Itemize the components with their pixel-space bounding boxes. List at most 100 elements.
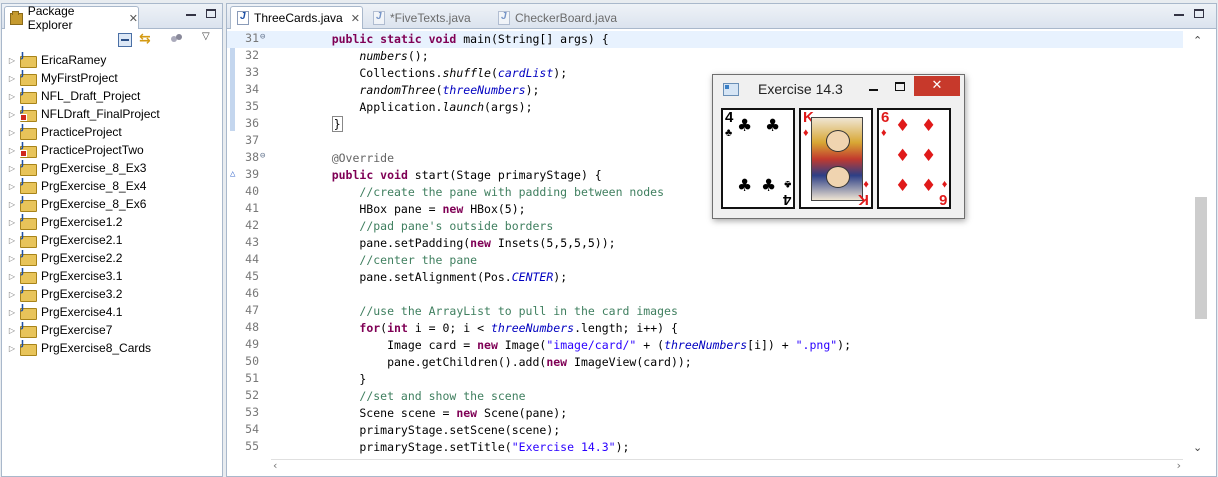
vertical-scroll-thumb[interactable] xyxy=(1195,197,1207,319)
card-suit: ♣ xyxy=(725,127,733,139)
code-line[interactable]: 35 Application.launch(args); xyxy=(227,99,1183,116)
tree-item-project[interactable]: ▷ MyFirstProject xyxy=(6,69,222,87)
line-number: 51 xyxy=(245,371,259,385)
line-number: 34 xyxy=(245,82,259,96)
tree-item-project[interactable]: ▷ NFLDraft_FinalProject xyxy=(6,105,222,123)
code-line[interactable]: △ 39 public void start(Stage primaryStage… xyxy=(227,167,1183,184)
java-project-folder-icon xyxy=(20,303,37,320)
code-line[interactable]: 43 pane.setPadding(new Insets(5,5,5,5)); xyxy=(227,235,1183,252)
fold-toggle-icon[interactable]: ⊖ xyxy=(260,151,265,161)
vertical-scrollbar[interactable]: ⌃ ⌄ xyxy=(1184,31,1216,458)
code-line[interactable]: 36 } xyxy=(227,116,1183,133)
java-file-icon xyxy=(373,10,385,25)
code-line[interactable]: 49 Image card = new Image("image/card/" … xyxy=(227,337,1183,354)
tab-threecards[interactable]: ThreeCards.java ✕ xyxy=(230,6,363,29)
tree-item-project[interactable]: ▷ PrgExercise2.1 xyxy=(6,231,222,249)
tree-item-project[interactable]: ▷ PrgExercise_8_Ex4 xyxy=(6,177,222,195)
code-line[interactable]: 37 xyxy=(227,133,1183,150)
expand-arrow-icon[interactable]: ▷ xyxy=(6,254,18,263)
expand-arrow-icon[interactable]: ▷ xyxy=(6,290,18,299)
maximize-view-icon[interactable] xyxy=(206,9,216,18)
tree-item-project[interactable]: ▷ PrgExercise3.2 xyxy=(6,285,222,303)
tree-item-project[interactable]: ▷ PracticeProjectTwo xyxy=(6,141,222,159)
minimize-window-icon[interactable] xyxy=(869,89,878,91)
tree-item-project[interactable]: ▷ EricaRamey xyxy=(6,51,222,69)
fold-toggle-icon[interactable]: ⊖ xyxy=(260,32,265,42)
tab-fivetexts[interactable]: *FiveTexts.java xyxy=(367,6,477,29)
card-king-of-diamonds: K ♦ K ♦ xyxy=(799,108,873,209)
code-line[interactable]: 33 Collections.shuffle(cardList); xyxy=(227,65,1183,82)
code-text: Scene scene = new Scene(pane); xyxy=(304,406,568,420)
scroll-right-icon[interactable]: › xyxy=(1177,459,1181,472)
line-number: 39 xyxy=(245,167,259,181)
expand-arrow-icon[interactable]: ▷ xyxy=(6,236,18,245)
close-window-button[interactable]: ✕ xyxy=(914,76,960,96)
focus-on-active-task-icon[interactable] xyxy=(170,33,184,47)
expand-arrow-icon[interactable]: ▷ xyxy=(6,200,18,209)
expand-arrow-icon[interactable]: ▷ xyxy=(6,56,18,65)
tree-item-project[interactable]: ▷ PrgExercise_8_Ex6 xyxy=(6,195,222,213)
expand-arrow-icon[interactable]: ▷ xyxy=(6,218,18,227)
expand-arrow-icon[interactable]: ▷ xyxy=(6,182,18,191)
expand-arrow-icon[interactable]: ▷ xyxy=(6,326,18,335)
code-line[interactable]: 46 xyxy=(227,286,1183,303)
horizontal-scrollbar[interactable]: ‹ › xyxy=(271,459,1183,475)
tab-checkerboard[interactable]: CheckerBoard.java xyxy=(492,6,622,29)
tree-item-project[interactable]: ▷ PrgExercise4.1 xyxy=(6,303,222,321)
tree-item-project[interactable]: ▷ PrgExercise2.2 xyxy=(6,249,222,267)
code-line[interactable]: 32 numbers(); xyxy=(227,48,1183,65)
code-line[interactable]: 45 pane.setAlignment(Pos.CENTER); xyxy=(227,269,1183,286)
maximize-window-icon[interactable] xyxy=(895,82,905,91)
tree-item-label: EricaRamey xyxy=(41,53,107,67)
code-line[interactable]: 52 //set and show the scene xyxy=(227,388,1183,405)
code-line[interactable]: 53 Scene scene = new Scene(pane); xyxy=(227,405,1183,422)
code-text: //use the ArrayList to pull in the card … xyxy=(359,304,678,318)
link-with-editor-icon[interactable] xyxy=(139,31,153,47)
expand-arrow-icon[interactable]: ▷ xyxy=(6,110,18,119)
tree-item-project[interactable]: ▷ NFL_Draft_Project xyxy=(6,87,222,105)
scroll-down-icon[interactable]: ⌄ xyxy=(1193,441,1202,454)
expand-arrow-icon[interactable]: ▷ xyxy=(6,308,18,317)
expand-arrow-icon[interactable]: ▷ xyxy=(6,92,18,101)
expand-arrow-icon[interactable]: ▷ xyxy=(6,344,18,353)
code-line[interactable]: 47 //use the ArrayList to pull in the ca… xyxy=(227,303,1183,320)
tree-item-project[interactable]: ▷ PrgExercise7 xyxy=(6,321,222,339)
code-line[interactable]: 44 //center the pane xyxy=(227,252,1183,269)
minimize-view-icon[interactable] xyxy=(186,9,196,16)
code-line[interactable]: 34 randomThree(threeNumbers); xyxy=(227,82,1183,99)
close-icon[interactable]: ✕ xyxy=(351,12,360,25)
expand-arrow-icon[interactable]: ▷ xyxy=(6,146,18,155)
code-line[interactable]: 41 HBox pane = new HBox(5); xyxy=(227,201,1183,218)
code-line[interactable]: 48 for(int i = 0; i < threeNumbers.lengt… xyxy=(227,320,1183,337)
expand-arrow-icon[interactable]: ▷ xyxy=(6,272,18,281)
maximize-editor-icon[interactable] xyxy=(1194,9,1204,18)
code-line[interactable]: 51 } xyxy=(227,371,1183,388)
scroll-left-icon[interactable]: ‹ xyxy=(273,459,277,472)
expand-arrow-icon[interactable]: ▷ xyxy=(6,74,18,83)
package-explorer-tab[interactable]: Package Explorer ✕ xyxy=(4,4,139,32)
window-titlebar[interactable]: Exercise 14.3 ✕ xyxy=(713,75,964,103)
collapse-all-icon[interactable] xyxy=(118,33,132,47)
code-line[interactable]: 42 //pad pane's outside borders xyxy=(227,218,1183,235)
tree-item-project[interactable]: ▷ PrgExercise3.1 xyxy=(6,267,222,285)
code-line[interactable]: 40 //create the pane with padding betwee… xyxy=(227,184,1183,201)
code-line[interactable]: 50 pane.getChildren().add(new ImageView(… xyxy=(227,354,1183,371)
expand-arrow-icon[interactable]: ▷ xyxy=(6,164,18,173)
expand-arrow-icon[interactable]: ▷ xyxy=(6,128,18,137)
code-line[interactable]: 54 primaryStage.setScene(scene); xyxy=(227,422,1183,439)
close-icon[interactable]: ✕ xyxy=(129,12,138,25)
code-text-area[interactable]: 31 ⊖ public static void main(String[] arg… xyxy=(227,31,1183,458)
code-line[interactable]: 55 primaryStage.setTitle("Exercise 14.3"… xyxy=(227,439,1183,456)
tree-item-project[interactable]: ▷ PrgExercise_8_Ex3 xyxy=(6,159,222,177)
java-project-folder-icon xyxy=(20,339,37,356)
tree-item-project[interactable]: ▷ PracticeProject xyxy=(6,123,222,141)
minimize-editor-icon[interactable] xyxy=(1174,9,1184,16)
override-marker-icon[interactable]: △ xyxy=(230,169,235,179)
code-line[interactable]: 38 ⊖ @Override xyxy=(227,150,1183,167)
tree-item-project[interactable]: ▷ PrgExercise1.2 xyxy=(6,213,222,231)
view-menu-chevron-down-icon[interactable]: ▽ xyxy=(202,31,216,45)
scroll-up-icon[interactable]: ⌃ xyxy=(1193,34,1202,47)
code-line[interactable]: 31 ⊖ public static void main(String[] arg… xyxy=(227,31,1183,48)
tree-item-project[interactable]: ▷ PrgExercise8_Cards xyxy=(6,339,222,357)
java-project-folder-icon xyxy=(20,51,37,68)
